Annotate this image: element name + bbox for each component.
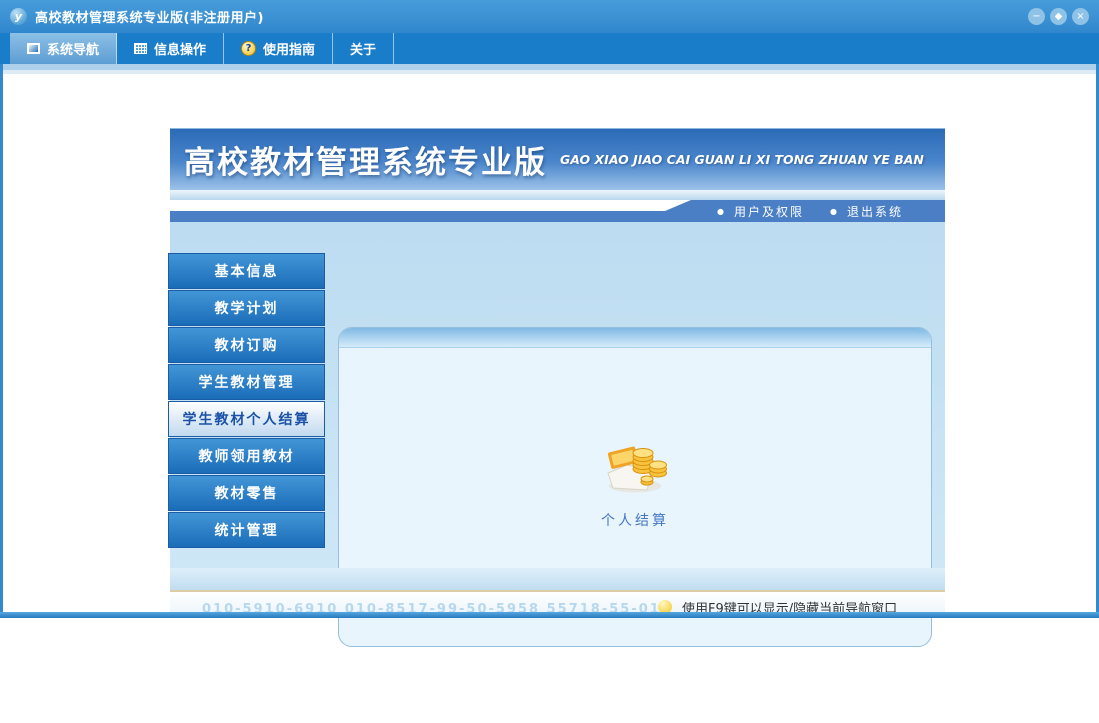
grid-icon bbox=[134, 43, 148, 54]
monitor-icon bbox=[27, 43, 40, 54]
coins-icon bbox=[607, 446, 667, 493]
bullet-icon: ● bbox=[830, 206, 839, 216]
sidebar-item-教师领用教材[interactable]: 教师领用教材 bbox=[168, 438, 325, 474]
top-nav-strip: ● 用户及权限 ● 退出系统 bbox=[170, 200, 945, 222]
link-user-permissions[interactable]: ● 用户及权限 bbox=[717, 203, 804, 220]
sidebar-item-教学计划[interactable]: 教学计划 bbox=[168, 290, 325, 326]
minimize-button-icon[interactable]: − bbox=[1028, 8, 1045, 25]
window-title: 高校教材管理系统专业版(非注册用户) bbox=[35, 11, 264, 26]
tab-label: 系统导航 bbox=[47, 43, 100, 58]
app-banner: 高校教材管理系统专业版 GAO XIAO JIAO CAI GUAN LI XI… bbox=[170, 128, 945, 190]
lightbulb-icon bbox=[658, 600, 672, 612]
tab-label: 关于 bbox=[350, 43, 377, 58]
status-hint-text: 使用F9键可以显示/隐藏当前导航窗口 bbox=[682, 602, 898, 612]
bottom-gradient-strip bbox=[170, 568, 945, 590]
tab-system-navigation[interactable]: 系统导航 bbox=[10, 33, 118, 64]
banner-pinyin-subtitle: GAO XIAO JIAO CAI GUAN LI XI TONG ZHUAN … bbox=[560, 151, 924, 167]
nav-strip-wedge bbox=[170, 200, 691, 211]
sidebar-item-学生教材管理[interactable]: 学生教材管理 bbox=[168, 364, 325, 400]
sidebar-item-教材订购[interactable]: 教材订购 bbox=[168, 327, 325, 363]
tabbar-underline-strip-light bbox=[0, 70, 1099, 74]
tab-about[interactable]: 关于 bbox=[333, 33, 395, 64]
sidebar-item-教材零售[interactable]: 教材零售 bbox=[168, 475, 325, 511]
window-controls: − ◆ × bbox=[1028, 8, 1089, 25]
skin-area: 高校教材管理系统专业版 GAO XIAO JIAO CAI GUAN LI XI… bbox=[168, 128, 945, 647]
shortcut-label: 个人结算 bbox=[601, 513, 669, 529]
maximize-button-icon[interactable]: ◆ bbox=[1050, 8, 1067, 25]
help-icon: ? bbox=[241, 41, 257, 56]
status-contact-digits: 010-5910-6910 010-8517-99-50-5958 55718-… bbox=[202, 602, 672, 612]
link-exit-system[interactable]: ● 退出系统 bbox=[830, 203, 903, 220]
sidebar-item-基本信息[interactable]: 基本信息 bbox=[168, 253, 325, 289]
app-window: y 高校教材管理系统专业版(非注册用户) − ◆ × 系统导航 信息操作 ? 使… bbox=[0, 0, 1099, 723]
sidebar-menu: 基本信息 教学计划 教材订购 学生教材管理 学生教材个人结算 教师领用教材 教材零售 统计管理 bbox=[168, 253, 325, 549]
tab-user-guide[interactable]: ? 使用指南 bbox=[224, 33, 334, 64]
tab-label: 信息操作 bbox=[154, 43, 207, 58]
banner-title: 高校教材管理系统专业版 bbox=[184, 144, 547, 181]
nav-links: ● 用户及权限 ● 退出系统 bbox=[717, 200, 903, 222]
main-tab-bar: 系统导航 信息操作 ? 使用指南 关于 bbox=[0, 33, 1099, 64]
close-button-icon[interactable]: × bbox=[1072, 8, 1089, 25]
window-border-left bbox=[0, 64, 3, 612]
link-label: 退出系统 bbox=[846, 204, 903, 219]
title-bar[interactable]: y 高校教材管理系统专业版(非注册用户) − ◆ × bbox=[0, 0, 1099, 33]
panel-header-strip bbox=[339, 328, 931, 348]
banner-lower-strip bbox=[170, 190, 945, 200]
tab-info-operations[interactable]: 信息操作 bbox=[117, 33, 225, 64]
bullet-icon: ● bbox=[717, 206, 726, 216]
sidebar-item-学生教材个人结算[interactable]: 学生教材个人结算 bbox=[168, 401, 325, 437]
window-border-bottom bbox=[0, 612, 1099, 618]
status-hint: 使用F9键可以显示/隐藏当前导航窗口 bbox=[658, 598, 897, 612]
app-logo-icon: y bbox=[10, 8, 27, 25]
status-bar: 010-5910-6910 010-8517-99-50-5958 55718-… bbox=[170, 592, 945, 612]
tab-label: 使用指南 bbox=[263, 43, 316, 58]
sidebar-item-统计管理[interactable]: 统计管理 bbox=[168, 512, 325, 548]
link-label: 用户及权限 bbox=[733, 204, 804, 219]
shortcut-personal-settlement[interactable]: 个人结算 bbox=[601, 440, 669, 530]
